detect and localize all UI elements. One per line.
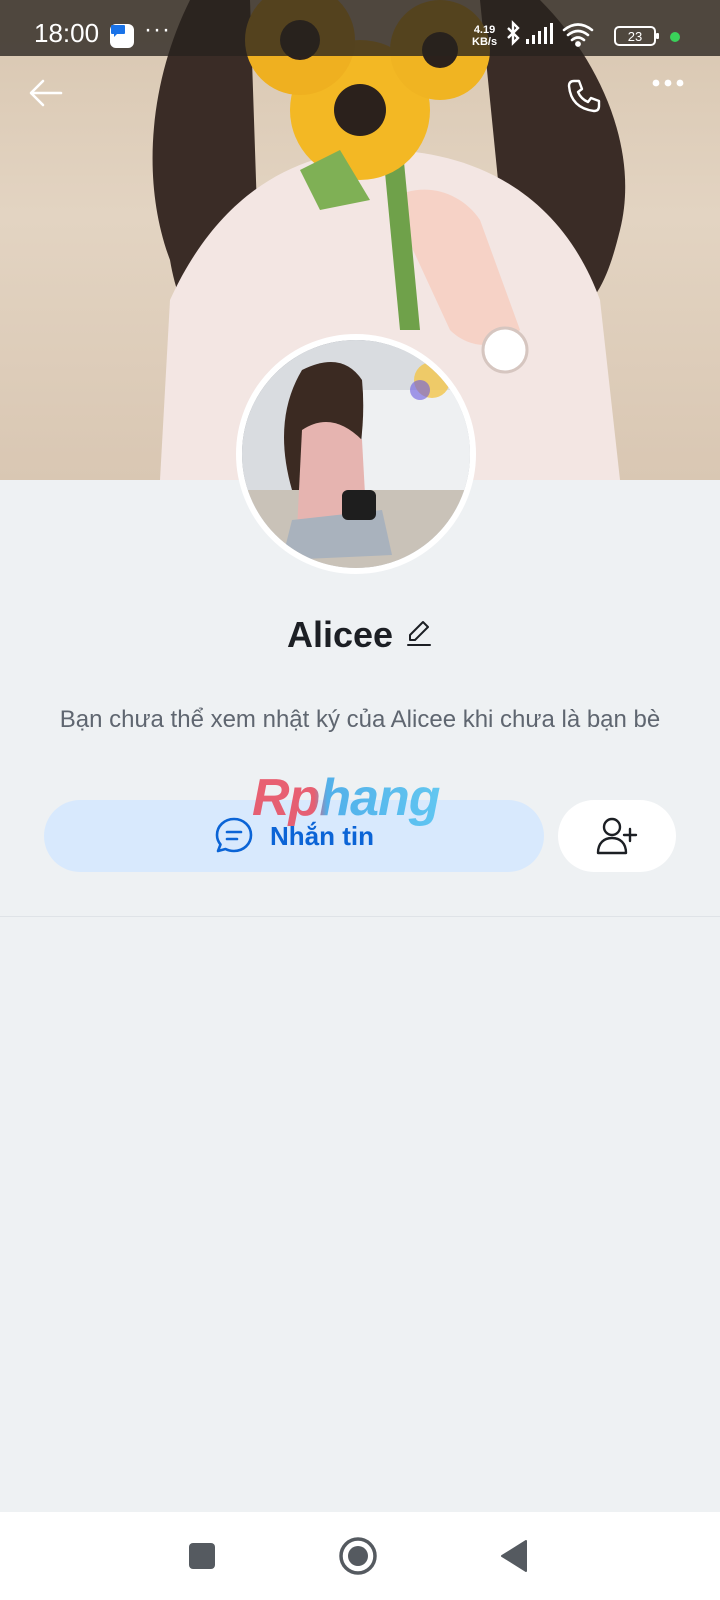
back-arrow-icon	[29, 79, 63, 107]
status-more-icon: ···	[144, 16, 171, 43]
back-nav-button[interactable]	[490, 1532, 538, 1580]
phone-icon	[567, 79, 601, 113]
signal-icon	[526, 23, 553, 44]
status-time: 18:00	[34, 18, 100, 48]
recent-apps-button[interactable]	[178, 1532, 226, 1580]
call-button[interactable]	[566, 78, 610, 122]
triangle-back-icon	[501, 1540, 527, 1572]
square-icon	[189, 1543, 215, 1569]
net-speed: 4.19 KB/s	[472, 24, 497, 48]
edit-name-button[interactable]	[405, 618, 433, 653]
section-divider	[0, 916, 720, 917]
watermark-logo: Rphang	[252, 769, 441, 827]
profile-name: Alicee	[286, 614, 394, 655]
battery-level: 23	[627, 28, 643, 44]
add-friend-button[interactable]	[558, 800, 676, 872]
bluetooth-icon	[507, 20, 520, 46]
profile-name-row: Alicee	[0, 614, 720, 656]
home-button[interactable]	[334, 1532, 382, 1580]
privacy-indicator	[670, 32, 680, 42]
net-speed-unit: KB/s	[472, 36, 498, 48]
avatar-photo	[242, 340, 470, 568]
more-icon	[652, 79, 684, 87]
more-options-button[interactable]	[652, 78, 696, 122]
status-bar: 18:00 ··· 4.19 KB/s 23	[0, 0, 720, 56]
home-circle-icon	[339, 1537, 377, 1575]
battery-icon: 23	[614, 26, 659, 46]
chat-bubble-icon	[215, 817, 253, 853]
wifi-icon	[562, 23, 594, 47]
message-app-icon	[110, 24, 134, 48]
privacy-notice: Bạn chưa thể xem nhật ký của Alicee khi …	[59, 706, 661, 733]
avatar[interactable]	[236, 334, 476, 574]
pencil-icon	[407, 620, 432, 646]
net-speed-value: 4.19	[473, 24, 496, 36]
add-friend-icon	[596, 817, 638, 855]
back-button[interactable]	[28, 78, 72, 122]
system-nav-bar	[0, 1512, 720, 1600]
